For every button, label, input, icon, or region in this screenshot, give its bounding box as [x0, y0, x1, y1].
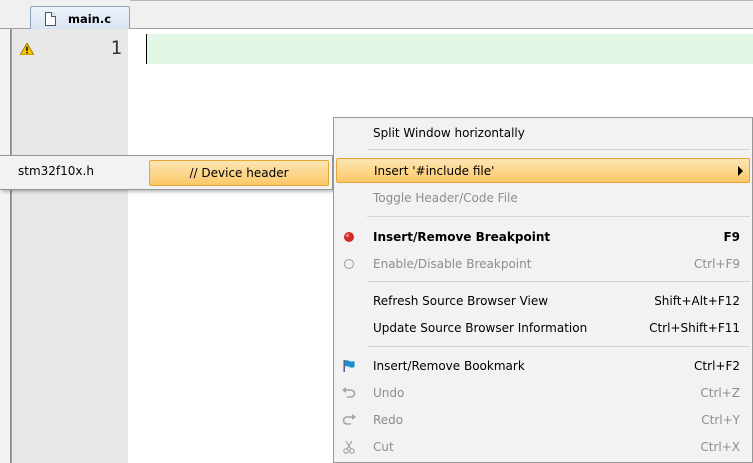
menu-item-label: Insert '#include file'	[374, 163, 495, 178]
menu-item-shortcut: Ctrl+X	[700, 439, 740, 454]
menu-item-label: Insert/Remove Breakpoint	[373, 229, 551, 244]
menu-item-shortcut: F9	[723, 229, 740, 244]
gutter-margin	[128, 29, 144, 463]
menu-item-label: Redo	[373, 412, 404, 427]
tab-label: main.c	[68, 11, 112, 26]
menu-separator	[367, 216, 750, 217]
menu-separator	[367, 149, 750, 150]
submenu-item-label: // Device header	[189, 166, 289, 180]
menu-item-cut[interactable]: Cut Ctrl+X	[336, 434, 750, 459]
menu-item-shortcut: Shift+Alt+F12	[654, 293, 740, 308]
tab-strip-border	[130, 0, 753, 5]
redo-icon	[342, 413, 356, 427]
menu-item-shortcut: Ctrl+F9	[694, 256, 740, 271]
undo-icon	[342, 386, 356, 400]
menu-item-shortcut: Ctrl+Shift+F11	[649, 320, 740, 335]
menu-item-shortcut: Ctrl+Z	[700, 385, 740, 400]
line-number: 1	[110, 37, 122, 59]
menu-item-update-source-browser[interactable]: Update Source Browser Information Ctrl+S…	[336, 315, 750, 340]
submenu-file-name[interactable]: stm32f10x.h	[18, 164, 94, 178]
menu-item-toggle-header[interactable]: Toggle Header/Code File	[336, 185, 750, 210]
menu-item-label: Undo	[373, 385, 405, 400]
submenu-item-device-header[interactable]: // Device header	[149, 160, 329, 186]
menu-item-refresh-source-browser[interactable]: Refresh Source Browser View Shift+Alt+F1…	[336, 288, 750, 313]
menu-separator	[367, 281, 750, 282]
breakpoint-outline-icon	[342, 257, 356, 271]
text-caret	[146, 34, 147, 64]
menu-item-redo[interactable]: Redo Ctrl+Y	[336, 407, 750, 432]
menu-item-insert-include[interactable]: Insert '#include file'	[336, 158, 750, 183]
menu-item-enable-breakpoint[interactable]: Enable/Disable Breakpoint Ctrl+F9	[336, 251, 750, 276]
menu-item-label: Split Window horizontally	[373, 125, 525, 140]
menu-item-bookmark[interactable]: Insert/Remove Bookmark Ctrl+F2	[336, 353, 750, 378]
tab-strip: main.c	[0, 0, 753, 30]
warning-icon	[20, 43, 34, 55]
menu-item-label: Refresh Source Browser View	[373, 293, 549, 308]
menu-separator	[367, 346, 750, 347]
menu-item-label: Toggle Header/Code File	[373, 190, 518, 205]
current-line-highlight	[146, 34, 753, 64]
context-menu: Split Window horizontally Insert '#inclu…	[333, 117, 753, 463]
bookmark-flag-icon	[342, 359, 356, 373]
menu-item-shortcut: Ctrl+F2	[694, 358, 740, 373]
line-number-gutter[interactable]: 1	[12, 29, 128, 463]
menu-item-label: Insert/Remove Bookmark	[373, 358, 525, 373]
menu-item-split-window[interactable]: Split Window horizontally	[336, 120, 750, 145]
breakpoint-icon	[342, 230, 356, 244]
include-file-submenu: stm32f10x.h // Device header	[0, 155, 333, 190]
menu-item-label: Update Source Browser Information	[373, 320, 588, 335]
tab-main-c[interactable]: main.c	[30, 6, 130, 30]
menu-item-insert-breakpoint[interactable]: Insert/Remove Breakpoint F9	[336, 224, 750, 249]
submenu-arrow-icon	[738, 166, 743, 176]
scissors-icon	[342, 440, 356, 454]
menu-item-undo[interactable]: Undo Ctrl+Z	[336, 380, 750, 405]
menu-item-label: Enable/Disable Breakpoint	[373, 256, 532, 271]
left-panel-edge	[0, 0, 11, 463]
file-icon	[45, 11, 56, 26]
menu-item-label: Cut	[373, 439, 394, 454]
menu-item-shortcut: Ctrl+Y	[701, 412, 740, 427]
